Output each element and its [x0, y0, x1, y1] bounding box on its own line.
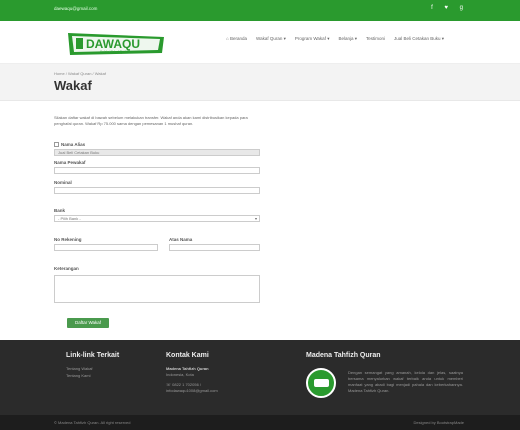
- top-bar: daewaqu@gmail.com f ♥ g: [0, 0, 520, 21]
- form-description: Silakan daftar wakaf di bawah sebelum me…: [54, 115, 248, 126]
- logo-tagline: Kelola Wakaf Qur'an: [100, 50, 129, 54]
- nav-item-beranda[interactable]: ⌂ Beranda: [226, 36, 247, 42]
- rekening-input[interactable]: [54, 244, 158, 251]
- site-footer: Link-link Terkait Tentang Wakaf Tentang …: [0, 340, 520, 415]
- chevron-down-icon: ▾: [254, 216, 257, 221]
- keterangan-label: Keterangan: [54, 266, 79, 271]
- footer-link-kami[interactable]: Tentang Kami: [66, 373, 90, 379]
- nominal-input[interactable]: [54, 187, 260, 194]
- breadcrumb[interactable]: Home / Wakaf Quran / Wakaf: [54, 71, 106, 76]
- nav-item-jual-beli[interactable]: Jual Beli Cetakan Buku ▾: [394, 36, 444, 42]
- nav-item-program-wakaf[interactable]: Program Wakaf ▾: [295, 36, 330, 42]
- copyright: © Madena Tahfizh Quran. All right reserv…: [54, 420, 131, 425]
- logo-text: DAWAQU: [86, 37, 140, 51]
- name-alias-label: Nama Alias: [61, 142, 86, 147]
- site-logo[interactable]: DAWAQU Kelola Wakaf Qur'an: [66, 29, 166, 58]
- social-icons[interactable]: f ♥ g: [431, 5, 468, 11]
- footer-contact-email[interactable]: infodawaqu1008@gmail.com: [166, 388, 218, 394]
- footer-links-title: Link-link Terkait: [66, 352, 120, 359]
- footer-contact-title: Kontak Kami: [166, 352, 209, 359]
- bottom-bar: © Madena Tahfizh Quran. All right reserv…: [0, 415, 520, 430]
- name-alias-input[interactable]: Jual Beli Cetakan Buku: [54, 149, 260, 156]
- site-header: DAWAQU Kelola Wakaf Qur'an ⌂ Beranda Wak…: [0, 21, 520, 64]
- nav-item-wakaf-quran[interactable]: Wakaf Quran ▾: [256, 36, 286, 42]
- footer-about-text: Dengan semangat yang amanah, kelola dan …: [348, 370, 463, 393]
- rekening-label: No Rekening: [54, 237, 82, 242]
- nav-item-testimoni[interactable]: Testimoni: [366, 36, 385, 42]
- name-alias-checkbox[interactable]: [54, 142, 59, 147]
- wakif-input[interactable]: [54, 167, 260, 174]
- designed-by[interactable]: Designed by BootstrapMade: [414, 420, 464, 425]
- main-nav: ⌂ Beranda Wakaf Quran ▾ Program Wakaf ▾ …: [226, 36, 444, 42]
- bank-select[interactable]: - Pilih Bank - ▾: [54, 215, 260, 222]
- atas-nama-label: Atas Nama: [169, 237, 193, 242]
- footer-about-title: Madena Tahfizh Quran: [306, 352, 381, 359]
- nominal-label: Nominal: [54, 180, 72, 185]
- wakif-label: Nama Pewakaf: [54, 160, 86, 165]
- bank-select-value: - Pilih Bank -: [58, 216, 81, 221]
- top-email[interactable]: daewaqu@gmail.com: [54, 6, 97, 11]
- footer-link-wakaf[interactable]: Tentang Wakaf: [66, 366, 93, 372]
- page-title: Wakaf: [54, 78, 92, 93]
- footer-contact-city: Indonesia, Kota: [166, 372, 194, 377]
- bank-label: Bank: [54, 208, 66, 213]
- keterangan-textarea[interactable]: [54, 275, 260, 303]
- title-bar: Home / Wakaf Quran / Wakaf Wakaf: [0, 64, 520, 101]
- nav-item-belanja[interactable]: Belanja ▾: [338, 36, 357, 42]
- submit-wakaf-button[interactable]: Daftar Wakaf: [67, 318, 109, 328]
- footer-logo-icon: [306, 368, 336, 398]
- atas-nama-input[interactable]: [169, 244, 260, 251]
